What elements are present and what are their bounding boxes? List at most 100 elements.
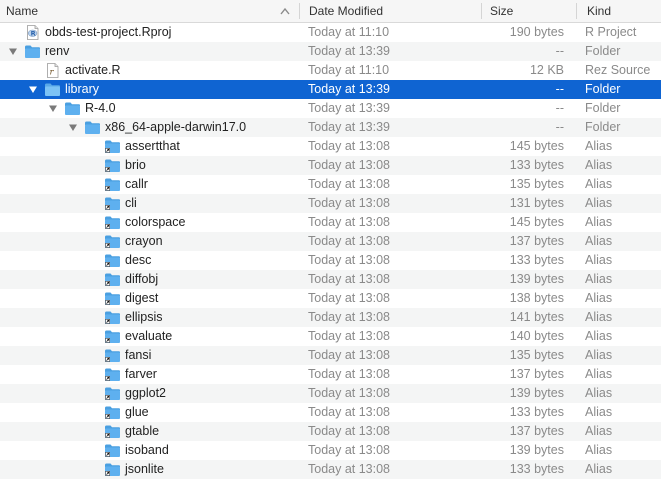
file-kind: Alias [585, 291, 613, 305]
file-size: -- [555, 120, 564, 134]
file-row[interactable]: digest Today at 13:08 138 bytes Alias [0, 289, 661, 308]
folder-alias-icon [104, 386, 121, 401]
file-name: evaluate [125, 329, 173, 343]
column-divider[interactable] [576, 3, 577, 19]
disclosure-triangle-down-icon[interactable] [8, 47, 18, 56]
folder-alias-icon [104, 367, 121, 382]
file-name: brio [125, 158, 146, 172]
file-name: diffobj [125, 272, 159, 286]
file-row[interactable]: renv Today at 13:39 -- Folder [0, 42, 661, 61]
file-name: colorspace [125, 215, 186, 229]
file-row[interactable]: r activate.R Today at 11:10 12 KB Rez Source [0, 61, 661, 80]
file-row[interactable]: cli Today at 13:08 131 bytes Alias [0, 194, 661, 213]
file-size: 137 bytes [509, 234, 564, 248]
file-row[interactable]: x86_64-apple-darwin17.0 Today at 13:39 -- F… [0, 118, 661, 137]
file-size: 135 bytes [509, 177, 564, 191]
file-size: 141 bytes [509, 310, 564, 324]
file-row[interactable]: fansi Today at 13:08 135 bytes Alias [0, 346, 661, 365]
file-list: Robds-test-project.Rproj Today at 11:10 19… [0, 23, 661, 479]
date-modified: Today at 13:08 [308, 348, 391, 362]
file-row[interactable]: callr Today at 13:08 135 bytes Alias [0, 175, 661, 194]
file-row[interactable]: colorspace Today at 13:08 145 bytes Alias [0, 213, 661, 232]
file-row-selected[interactable]: library Today at 13:39 -- Folder [0, 80, 661, 99]
folder-alias-icon [104, 234, 121, 249]
date-modified: Today at 13:08 [308, 329, 391, 343]
folder-alias-icon [104, 310, 121, 325]
file-size: 137 bytes [509, 424, 564, 438]
name-column-header[interactable]: Name [6, 0, 38, 22]
date-modified: Today at 13:08 [308, 139, 391, 153]
date-modified: Today at 13:39 [308, 44, 391, 58]
folder-alias-icon [104, 177, 121, 192]
file-size: 190 bytes [509, 25, 564, 39]
file-row[interactable]: farver Today at 13:08 137 bytes Alias [0, 365, 661, 384]
sort-chevron-up-icon[interactable] [280, 7, 290, 15]
file-name: cli [125, 196, 137, 210]
file-kind: Alias [585, 177, 613, 191]
folder-icon [84, 120, 101, 135]
file-kind: Alias [585, 234, 613, 248]
disclosure-triangle-down-icon[interactable] [68, 123, 78, 132]
file-name: glue [125, 405, 149, 419]
folder-alias-icon [104, 272, 121, 287]
column-divider[interactable] [299, 3, 300, 19]
file-row[interactable]: evaluate Today at 13:08 140 bytes Alias [0, 327, 661, 346]
file-name: activate.R [65, 63, 121, 77]
date-modified: Today at 13:08 [308, 177, 391, 191]
file-row[interactable]: ellipsis Today at 13:08 141 bytes Alias [0, 308, 661, 327]
file-size: 138 bytes [509, 291, 564, 305]
column-header: Name Date Modified Size Kind [0, 0, 661, 23]
size-column-header[interactable]: Size [490, 0, 513, 22]
kind-column-header[interactable]: Kind [587, 0, 611, 22]
file-kind: Alias [585, 329, 613, 343]
file-size: -- [555, 82, 564, 96]
file-kind: R Project [585, 25, 637, 39]
file-size: 139 bytes [509, 386, 564, 400]
file-name: library [65, 82, 100, 96]
file-size: 133 bytes [509, 253, 564, 267]
column-divider[interactable] [481, 3, 482, 19]
file-row[interactable]: ggplot2 Today at 13:08 139 bytes Alias [0, 384, 661, 403]
file-row[interactable]: crayon Today at 13:08 137 bytes Alias [0, 232, 661, 251]
file-row[interactable]: assertthat Today at 13:08 145 bytes Alias [0, 137, 661, 156]
folder-alias-icon [104, 329, 121, 344]
file-name: digest [125, 291, 159, 305]
file-kind: Alias [585, 405, 613, 419]
file-size: 145 bytes [509, 139, 564, 153]
file-kind: Alias [585, 196, 613, 210]
file-kind: Alias [585, 215, 613, 229]
svg-text:R: R [31, 30, 36, 38]
date-modified: Today at 13:08 [308, 367, 391, 381]
file-row[interactable]: Robds-test-project.Rproj Today at 11:10 19… [0, 23, 661, 42]
file-row[interactable]: isoband Today at 13:08 139 bytes Alias [0, 441, 661, 460]
file-row[interactable]: brio Today at 13:08 133 bytes Alias [0, 156, 661, 175]
file-row[interactable]: diffobj Today at 13:08 139 bytes Alias [0, 270, 661, 289]
file-row[interactable]: R-4.0 Today at 13:39 -- Folder [0, 99, 661, 118]
file-kind: Folder [585, 82, 621, 96]
date-modified: Today at 13:39 [308, 120, 391, 134]
file-name: R-4.0 [85, 101, 116, 115]
file-kind: Alias [585, 367, 613, 381]
file-kind: Alias [585, 158, 613, 172]
disclosure-triangle-down-icon[interactable] [48, 104, 58, 113]
file-row[interactable]: desc Today at 13:08 133 bytes Alias [0, 251, 661, 270]
file-name: ellipsis [125, 310, 163, 324]
file-size: -- [555, 44, 564, 58]
date-modified: Today at 13:08 [308, 386, 391, 400]
file-row[interactable]: gtable Today at 13:08 137 bytes Alias [0, 422, 661, 441]
folder-alias-icon [104, 443, 121, 458]
date-modified-column-header[interactable]: Date Modified [309, 0, 383, 22]
date-modified: Today at 13:08 [308, 424, 391, 438]
disclosure-triangle-down-icon[interactable] [28, 85, 38, 94]
file-name: renv [45, 44, 70, 58]
file-row[interactable]: jsonlite Today at 13:08 133 bytes Alias [0, 460, 661, 479]
file-kind: Alias [585, 139, 613, 153]
date-modified: Today at 13:08 [308, 291, 391, 305]
file-name: x86_64-apple-darwin17.0 [105, 120, 247, 134]
date-modified: Today at 13:39 [308, 82, 391, 96]
file-name: assertthat [125, 139, 180, 153]
r-source-file-icon: r [44, 63, 61, 78]
file-name: crayon [125, 234, 163, 248]
file-row[interactable]: glue Today at 13:08 133 bytes Alias [0, 403, 661, 422]
file-size: 131 bytes [509, 196, 564, 210]
